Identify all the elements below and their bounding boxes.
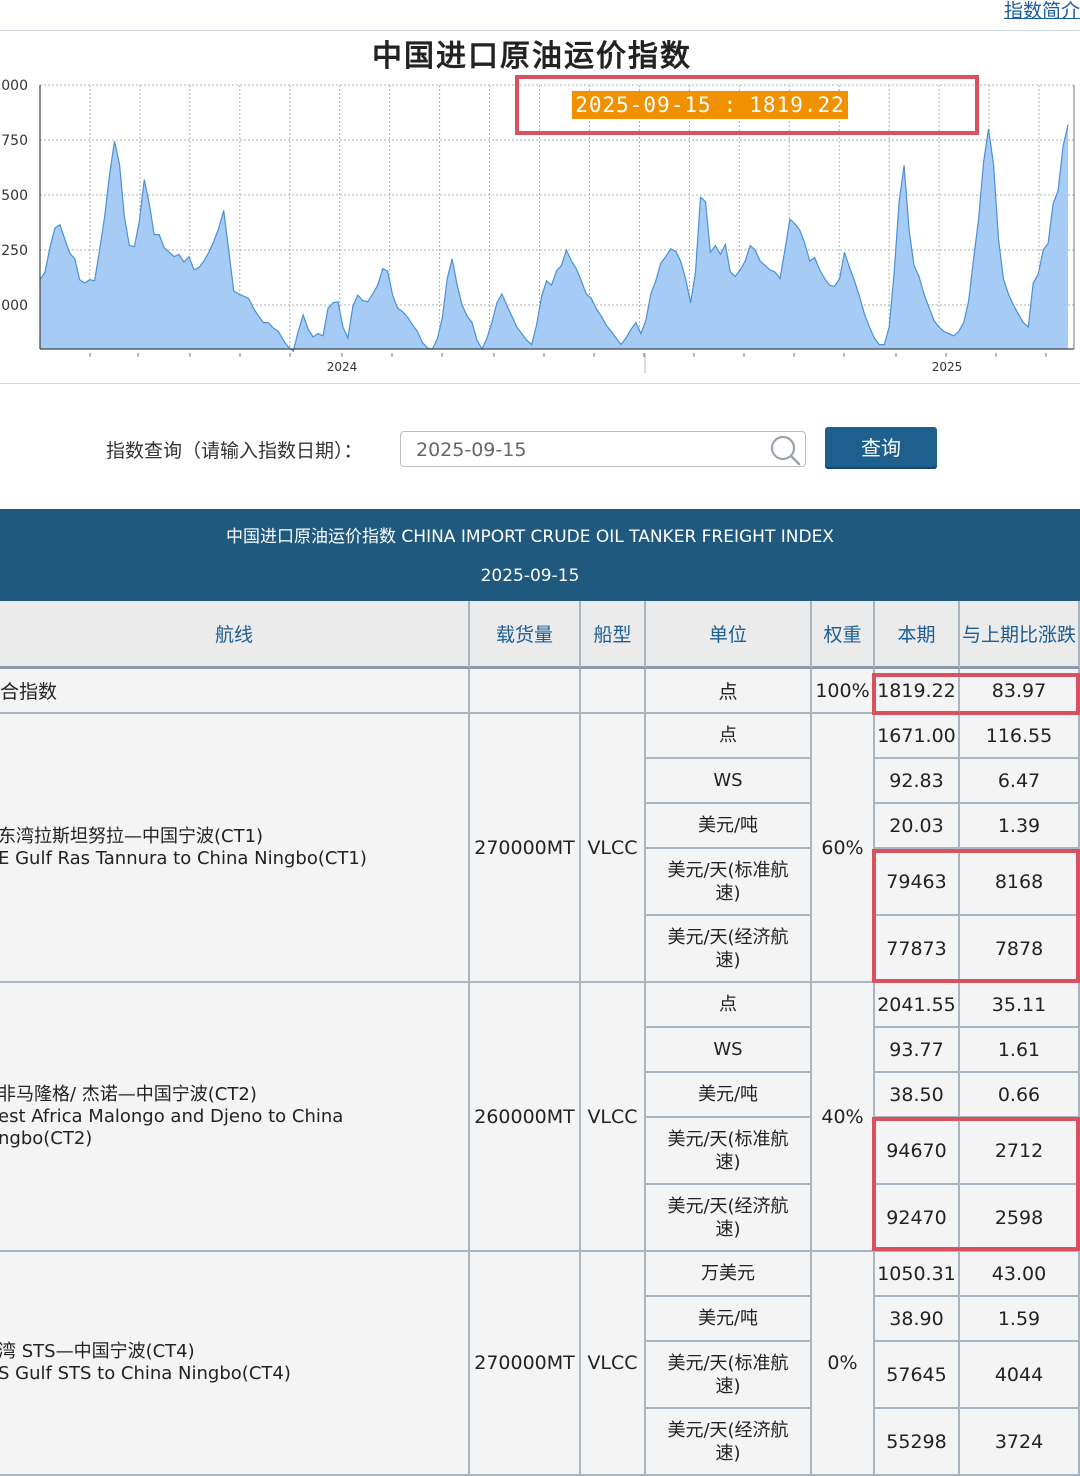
- route-ship: VLCC: [581, 1252, 646, 1476]
- row-current: 38.50: [875, 1073, 960, 1118]
- chart-panel: 000 750 500 250 000 2024 2025 中国进口原油运价指数 2025-…: [0, 30, 1080, 384]
- query-button[interactable]: 查询: [825, 427, 937, 469]
- table-header: 中国进口原油运价指数 CHINA IMPORT CRUDE OIL TANKER…: [0, 509, 1080, 601]
- table-title: 中国进口原油运价指数 CHINA IMPORT CRUDE OIL TANKER…: [226, 527, 834, 547]
- row-unit: 万美元: [646, 1252, 812, 1297]
- route-cargo: 270000MT: [470, 1252, 581, 1476]
- row-unit: 美元/天(经济航速): [646, 1185, 812, 1252]
- row-unit: 美元/天(标准航速): [646, 1118, 812, 1185]
- row-unit: 美元/天(经济航速): [646, 916, 812, 983]
- route-ship: VLCC: [581, 714, 646, 983]
- row-unit: 美元/天(标准航速): [646, 849, 812, 916]
- route-cargo: 270000MT: [470, 714, 581, 983]
- row-current: 93.77: [875, 1028, 960, 1073]
- row-current: 2041.55: [875, 983, 960, 1028]
- row-unit: 美元/天(标准航速): [646, 1342, 812, 1409]
- row-change: 3724: [960, 1409, 1080, 1476]
- route-weight: 0%: [812, 1252, 875, 1476]
- series-area: [40, 124, 1068, 352]
- row-unit: 点: [646, 714, 812, 759]
- row-change: 43.00: [960, 1252, 1080, 1297]
- y-tick-label: 250: [1, 243, 28, 259]
- row-change: 116.55: [960, 714, 1080, 759]
- index-intro-link[interactable]: 指数简介: [1004, 0, 1080, 23]
- x-tick-label: 2025: [932, 360, 963, 374]
- route-name: 湾 STS—中国宁波(CT4) S Gulf STS to China Ning…: [0, 1341, 291, 1384]
- row-change: 4044: [960, 1342, 1080, 1409]
- route-name-cell: 非马隆格/ 杰诺—中国宁波(CT2) est Africa Malongo an…: [0, 983, 470, 1252]
- row-change: 1.59: [960, 1297, 1080, 1342]
- row-unit: 点: [646, 983, 812, 1028]
- row-unit: 美元/天(经济航速): [646, 1409, 812, 1476]
- header-ship: 船型: [581, 601, 646, 669]
- composite-cargo: [470, 669, 581, 714]
- row-current: 38.90: [875, 1297, 960, 1342]
- route-name-cell: 东湾拉斯坦努拉—中国宁波(CT1) E Gulf Ras Tannura to …: [0, 714, 470, 983]
- y-tick-label: 000: [1, 78, 28, 94]
- row-unit: 美元/吨: [646, 1073, 812, 1118]
- y-tick-label: 750: [1, 133, 28, 149]
- row-current: 55298: [875, 1409, 960, 1476]
- date-query-field[interactable]: [400, 431, 806, 467]
- row-unit: 美元/吨: [646, 1297, 812, 1342]
- row-current: 20.03: [875, 804, 960, 849]
- highlight-box-ct1-tce: [872, 849, 1080, 983]
- y-tick-label: 000: [1, 298, 28, 314]
- header-current: 本期: [875, 601, 960, 669]
- route-name: 非马隆格/ 杰诺—中国宁波(CT2) est Africa Malongo an…: [0, 1083, 344, 1149]
- route-name-cell: 湾 STS—中国宁波(CT4) S Gulf STS to China Ning…: [0, 1252, 470, 1476]
- highlight-box-tooltip: [515, 75, 979, 135]
- composite-unit: 点: [646, 669, 812, 714]
- date-input[interactable]: [414, 438, 758, 462]
- header-change: 与上期比涨跌: [960, 601, 1080, 669]
- composite-weight: 100%: [812, 669, 875, 714]
- highlight-box-composite: [872, 673, 1080, 715]
- header-cargo: 载货量: [470, 601, 581, 669]
- route-ship: VLCC: [581, 983, 646, 1252]
- table-date: 2025-09-15: [480, 566, 580, 586]
- row-change: 1.39: [960, 804, 1080, 849]
- row-change: 0.66: [960, 1073, 1080, 1118]
- query-label: 指数查询（请输入指数日期）：: [106, 440, 363, 462]
- composite-ship: [581, 669, 646, 714]
- route-weight: 40%: [812, 983, 875, 1252]
- composite-name: 合指数: [0, 669, 470, 714]
- row-unit: WS: [646, 1028, 812, 1073]
- row-change: 6.47: [960, 759, 1080, 804]
- row-current: 92.83: [875, 759, 960, 804]
- row-change: 35.11: [960, 983, 1080, 1028]
- row-unit: 美元/吨: [646, 804, 812, 849]
- route-weight: 60%: [812, 714, 875, 983]
- search-icon[interactable]: [769, 434, 801, 466]
- route-cargo: 260000MT: [470, 983, 581, 1252]
- row-current: 1671.00: [875, 714, 960, 759]
- row-unit: WS: [646, 759, 812, 804]
- row-current: 57645: [875, 1342, 960, 1409]
- y-tick-label: 500: [1, 188, 28, 204]
- chart-title: 中国进口原油运价指数: [372, 39, 692, 74]
- header-unit: 单位: [646, 601, 812, 669]
- row-current: 1050.31: [875, 1252, 960, 1297]
- highlight-box-ct2-tce: [872, 1117, 1080, 1251]
- header-route: 航线: [0, 601, 470, 669]
- header-weight: 权重: [812, 601, 875, 669]
- row-change: 1.61: [960, 1028, 1080, 1073]
- route-name: 东湾拉斯坦努拉—中国宁波(CT1) E Gulf Ras Tannura to …: [0, 825, 367, 869]
- x-tick-label: 2024: [327, 360, 358, 374]
